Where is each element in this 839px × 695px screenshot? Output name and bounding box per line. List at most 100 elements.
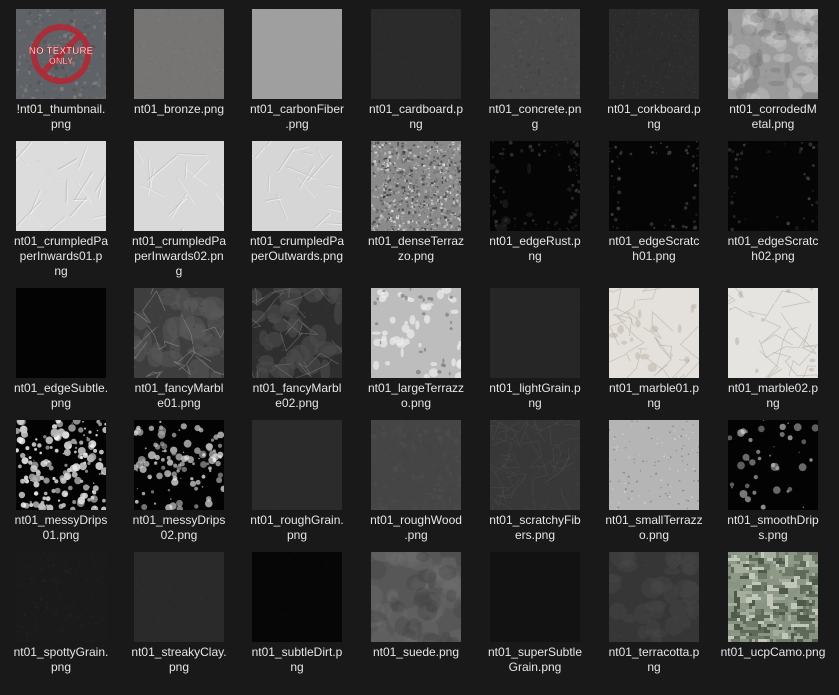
file-item[interactable]: nt01_suede.pngnt01_suede.png <box>357 552 475 660</box>
file-item[interactable]: nt01_bronze.pngnt01_bronze.png <box>120 9 238 117</box>
file-thumbnail <box>728 288 818 378</box>
file-name-line: ng <box>647 660 661 674</box>
file-name-line: etal.png <box>751 117 795 131</box>
file-item[interactable]: nt01_concrete.pngnt01_concrete.png <box>476 9 594 132</box>
file-name: nt01_denseTerrazzo.pngnt01_denseTerrazzo… <box>357 234 475 264</box>
file-item[interactable]: nt01_fancyMarble01.pngnt01_fancyMarble01… <box>120 288 238 411</box>
file-item[interactable]: nt01_streakyClay.pngnt01_streakyClay.png <box>120 552 238 675</box>
file-name-line: nt01_concrete.pn <box>488 102 582 116</box>
texture-preview-icon: NO TEXTUREONLY <box>16 9 106 99</box>
texture-preview-icon <box>134 288 224 378</box>
file-item[interactable]: nt01_fancyMarble02.pngnt01_fancyMarble02… <box>238 288 356 411</box>
file-name: nt01_edgeScratch02.pngnt01_edgeScratch02… <box>714 234 832 264</box>
file-name: nt01_lightGrain.pngnt01_lightGrain.png <box>476 381 594 411</box>
file-item[interactable]: nt01_ucpCamo.pngnt01_ucpCamo.png <box>714 552 832 660</box>
file-thumbnail <box>252 9 342 99</box>
file-thumbnail <box>490 420 580 510</box>
file-thumbnail <box>16 552 106 642</box>
file-item[interactable]: nt01_largeTerrazzo.pngnt01_largeTerrazzo… <box>357 288 475 411</box>
file-name-line: nt01_corkboard.p <box>607 102 701 116</box>
file-item[interactable]: nt01_smoothDrips.pngnt01_smoothDrips.png <box>714 420 832 543</box>
file-thumbnail <box>16 288 106 378</box>
file-name-line: 01.png <box>42 528 80 542</box>
file-name: nt01_messyDrips01.pngnt01_messyDrips01.p… <box>2 513 120 543</box>
file-thumbnail <box>16 141 106 231</box>
texture-preview-icon <box>371 141 461 231</box>
file-thumbnail <box>609 288 699 378</box>
file-item[interactable]: nt01_scratchyFibers.pngnt01_scratchyFibe… <box>476 420 594 543</box>
file-name-line: ng <box>54 264 68 278</box>
file-item[interactable]: nt01_denseTerrazzo.pngnt01_denseTerrazzo… <box>357 141 475 264</box>
file-thumbnail <box>252 141 342 231</box>
file-thumbnail <box>134 288 224 378</box>
file-item[interactable]: nt01_crumpledPaperInwards01.pngnt01_crum… <box>2 141 120 279</box>
file-name: nt01_roughGrain.pngnt01_roughGrain.png <box>238 513 356 543</box>
svg-text:ONLY: ONLY <box>49 56 73 66</box>
file-item[interactable]: nt01_edgeSubtle.pngnt01_edgeSubtle.png <box>2 288 120 411</box>
file-item[interactable]: nt01_marble02.pngnt01_marble02.png <box>714 288 832 411</box>
file-name-line: nt01_fancyMarbl <box>252 381 342 395</box>
file-item[interactable]: nt01_corkboard.pngnt01_corkboard.png <box>595 9 713 132</box>
file-item[interactable]: nt01_cardboard.pngnt01_cardboard.png <box>357 9 475 132</box>
file-name-line: nt01_edgeScratc <box>727 234 819 248</box>
file-thumbnail <box>134 141 224 231</box>
file-name: nt01_superSubtleGrain.pngnt01_superSubtl… <box>476 645 594 675</box>
file-thumbnail <box>252 288 342 378</box>
texture-preview-icon <box>609 141 699 231</box>
file-item[interactable]: NO TEXTUREONLY!nt01_thumbnail.png!nt01_t… <box>2 9 120 132</box>
file-name-line: ers.png <box>514 528 556 542</box>
file-thumbnail <box>371 420 461 510</box>
file-item[interactable]: nt01_smallTerrazzo.pngnt01_smallTerrazzo… <box>595 420 713 543</box>
texture-preview-icon <box>609 552 699 642</box>
file-thumbnail <box>252 420 342 510</box>
file-item[interactable]: nt01_roughGrain.pngnt01_roughGrain.png <box>238 420 356 543</box>
file-item[interactable]: nt01_crumpledPaperInwards02.pngnt01_crum… <box>120 141 238 279</box>
file-item[interactable]: nt01_lightGrain.pngnt01_lightGrain.png <box>476 288 594 411</box>
file-item[interactable]: nt01_subtleDirt.pngnt01_subtleDirt.png <box>238 552 356 675</box>
file-name-line: nt01_subtleDirt.p <box>251 645 343 659</box>
file-name-line: nt01_bronze.png <box>133 102 225 116</box>
texture-preview-icon <box>490 420 580 510</box>
file-name-line: nt01_edgeSubtle. <box>13 381 109 395</box>
file-name-line: e02.png <box>275 396 319 410</box>
texture-preview-icon <box>490 9 580 99</box>
file-thumbnail <box>728 420 818 510</box>
file-name-line: nt01_smallTerrazz <box>605 513 703 527</box>
file-name-line: nt01_ucpCamo.png <box>720 645 826 659</box>
file-thumbnail <box>728 141 818 231</box>
file-name: nt01_smoothDrips.pngnt01_smoothDrips.png <box>714 513 832 543</box>
file-name-line: png <box>286 528 308 542</box>
file-name: nt01_cardboard.pngnt01_cardboard.png <box>357 102 475 132</box>
texture-preview-icon <box>134 9 224 99</box>
file-name-line: ng <box>290 660 304 674</box>
texture-preview-icon <box>252 141 342 231</box>
file-name-line: nt01_carbonFiber <box>249 102 345 116</box>
file-item[interactable]: nt01_crumpledPaperOutwards.pngnt01_crump… <box>238 141 356 264</box>
file-item[interactable]: nt01_spottyGrain.pngnt01_spottyGrain.png <box>2 552 120 675</box>
file-thumbnail <box>371 288 461 378</box>
file-item[interactable]: nt01_messyDrips02.pngnt01_messyDrips02.p… <box>120 420 238 543</box>
file-name-line: nt01_lightGrain.p <box>489 381 581 395</box>
file-name-line: nt01_roughGrain. <box>250 513 344 527</box>
file-name: nt01_carbonFiber.pngnt01_carbonFiber.png <box>238 102 356 132</box>
file-name: nt01_subtleDirt.pngnt01_subtleDirt.png <box>238 645 356 675</box>
file-item[interactable]: nt01_edgeScratch02.pngnt01_edgeScratch02… <box>714 141 832 264</box>
file-item[interactable]: nt01_marble01.pngnt01_marble01.png <box>595 288 713 411</box>
file-item[interactable]: nt01_roughWood.pngnt01_roughWood.png <box>357 420 475 543</box>
file-name-line: nt01_marble01.p <box>608 381 700 395</box>
file-name: nt01_spottyGrain.pngnt01_spottyGrain.png <box>2 645 120 675</box>
file-name: nt01_edgeSubtle.pngnt01_edgeSubtle.png <box>2 381 120 411</box>
file-name-line: ng <box>647 117 661 131</box>
file-thumbnail <box>609 420 699 510</box>
file-item[interactable]: nt01_corrodedMetal.pngnt01_corrodedMetal… <box>714 9 832 132</box>
file-item[interactable]: nt01_terracotta.pngnt01_terracotta.png <box>595 552 713 675</box>
file-thumbnail <box>490 288 580 378</box>
file-item[interactable]: nt01_superSubtleGrain.pngnt01_superSubtl… <box>476 552 594 675</box>
file-item[interactable]: nt01_messyDrips01.pngnt01_messyDrips01.p… <box>2 420 120 543</box>
file-item[interactable]: nt01_carbonFiber.pngnt01_carbonFiber.png <box>238 9 356 132</box>
texture-preview-icon <box>490 552 580 642</box>
file-name-line: nt01_crumpledPa <box>249 234 345 248</box>
file-item[interactable]: nt01_edgeScratch01.pngnt01_edgeScratch01… <box>595 141 713 264</box>
file-name: nt01_fancyMarble02.pngnt01_fancyMarble02… <box>238 381 356 411</box>
file-item[interactable]: nt01_edgeRust.pngnt01_edgeRust.png <box>476 141 594 264</box>
